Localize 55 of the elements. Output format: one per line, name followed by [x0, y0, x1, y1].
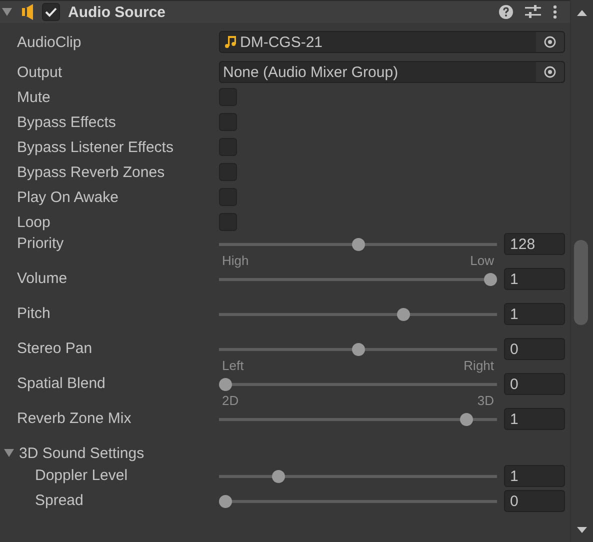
slider-max-label: Low [470, 253, 494, 268]
settings-icon[interactable] [525, 5, 542, 19]
slider-min-label: 2D [222, 393, 239, 408]
music-note-icon [225, 36, 236, 48]
property-label: Bypass Effects [16, 114, 117, 130]
property-label: Spread [34, 491, 84, 511]
property-label: Spatial Blend [16, 374, 106, 394]
slider-handle[interactable] [484, 273, 498, 286]
scrollbar-thumb[interactable] [574, 240, 588, 325]
property-label: Play On Awake [16, 188, 120, 206]
property-label: Stereo Pan [16, 339, 94, 359]
component-title: Audio Source [68, 4, 166, 20]
property-label: Bypass Listener Effects [16, 138, 174, 156]
slider-max-label: Right [464, 358, 494, 373]
object-field[interactable]: DM-CGS-21 [219, 31, 566, 53]
scroll-down-icon[interactable] [577, 527, 588, 533]
object-picker-icon[interactable] [544, 66, 556, 78]
number-field[interactable]: 0 [504, 373, 566, 395]
property-label: Priority [16, 234, 65, 254]
foldout-arrow-icon[interactable] [4, 449, 14, 457]
slider-handle[interactable] [219, 495, 232, 508]
number-field[interactable]: 128 [504, 233, 566, 255]
slider-handle[interactable] [272, 470, 285, 483]
slider-min-label: Left [222, 358, 244, 373]
property-label: Bypass Reverb Zones [16, 164, 166, 180]
slider-handle[interactable] [460, 413, 474, 426]
scroll-up-icon[interactable] [577, 10, 588, 16]
property-label: Mute [16, 88, 52, 106]
object-picker-icon[interactable] [544, 36, 556, 48]
foldout-arrow-icon[interactable] [2, 8, 12, 16]
number-field[interactable]: 1 [504, 303, 566, 325]
slider-handle[interactable] [352, 343, 365, 356]
slider-handle[interactable] [396, 308, 410, 321]
slider-handle[interactable] [219, 378, 232, 391]
object-field[interactable]: None (Audio Mixer Group) [219, 61, 566, 83]
property-label: Loop [16, 214, 52, 230]
number-field[interactable]: 1 [504, 465, 566, 487]
enabled-checkbox[interactable] [42, 3, 60, 21]
property-label: AudioClip [16, 34, 82, 50]
number-field[interactable]: 0 [504, 338, 566, 360]
property-label: Pitch [16, 304, 52, 324]
number-field[interactable]: 1 [504, 268, 566, 290]
section-label[interactable]: 3D Sound Settings [14, 444, 233, 462]
slider-min-label: High [222, 253, 249, 268]
more-menu-icon[interactable] [553, 5, 558, 19]
number-field[interactable]: 1 [504, 408, 566, 430]
slider-handle[interactable] [352, 238, 365, 251]
property-label: Output [16, 64, 64, 80]
property-label: Reverb Zone Mix [16, 409, 132, 429]
number-field[interactable]: 0 [504, 490, 566, 512]
property-label: Doppler Level [34, 466, 129, 486]
speaker-icon [22, 4, 35, 20]
property-label: Volume [16, 269, 68, 289]
help-icon[interactable] [499, 5, 514, 19]
slider-max-label: 3D [477, 393, 494, 408]
